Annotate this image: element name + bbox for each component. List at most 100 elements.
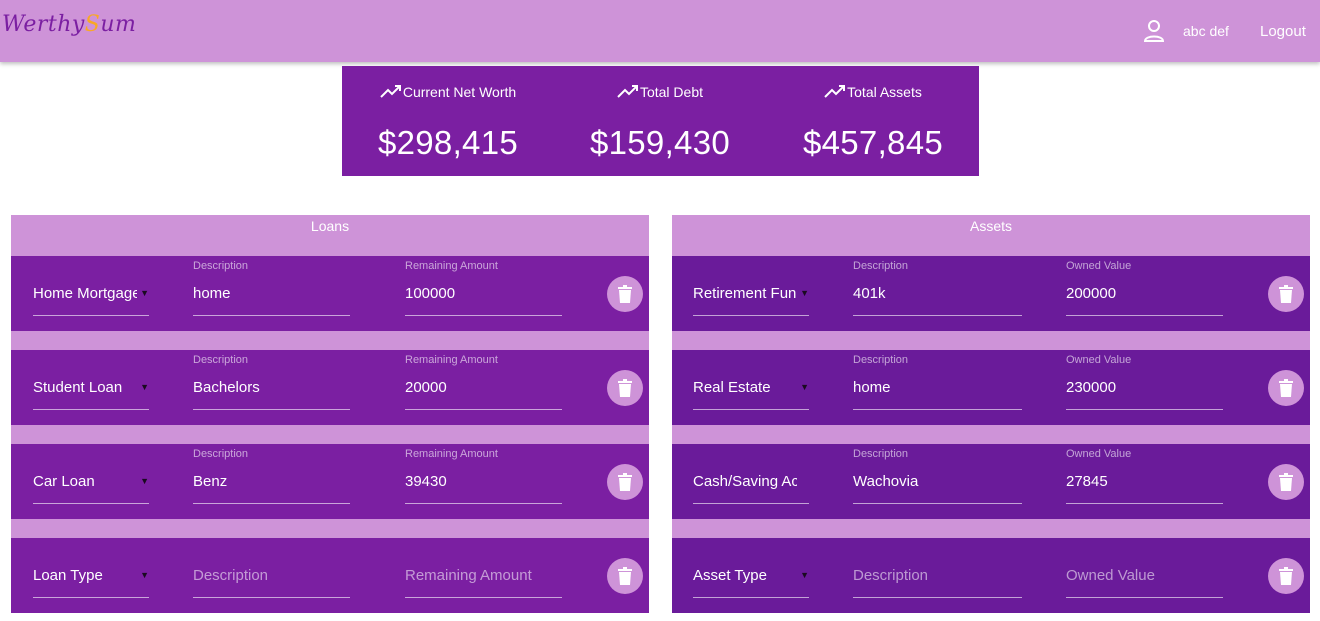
asset-type-select[interactable]: Retirement Fund ▼ — [693, 276, 809, 316]
net-worth-summary: Current Net Worth $298,415 Total Debt $1… — [342, 66, 979, 176]
asset-description-field[interactable]: Description 401k — [853, 260, 1022, 316]
loan-description-field[interactable]: Description Bachelors — [193, 354, 350, 410]
loan-type-select[interactable]: Home Mortgage ▼ — [33, 276, 149, 316]
asset-value-input[interactable]: Owned Value — [1066, 542, 1223, 598]
net-worth-value: $298,415 — [377, 124, 519, 161]
assets-panel: Assets Retirement Fund ▼ Description 401k … — [672, 215, 1310, 613]
trash-icon — [618, 285, 632, 303]
trash-icon — [618, 379, 632, 397]
trash-icon — [1279, 473, 1293, 491]
user-name[interactable]: abc def — [1183, 23, 1229, 39]
trending-up-icon — [617, 85, 638, 98]
field-value: home — [193, 285, 231, 302]
loan-amount-input[interactable]: Remaining Amount — [405, 542, 562, 598]
dropdown-arrow-icon: ▼ — [140, 570, 149, 580]
asset-description-field[interactable]: Description Wachovia — [853, 448, 1022, 504]
trash-icon — [618, 473, 632, 491]
asset-type-select[interactable]: Asset Type ▼ — [693, 558, 809, 598]
loan-type-value: Car Loan — [33, 473, 95, 490]
trending-up-icon — [824, 85, 846, 98]
total-assets-label-row: Total Assets — [767, 84, 979, 100]
field-value: 230000 — [1066, 379, 1117, 396]
delete-button[interactable] — [607, 370, 643, 406]
loan-amount-field[interactable]: Remaining Amount 20000 — [405, 354, 562, 410]
dropdown-arrow-icon: ▼ — [140, 382, 149, 392]
asset-value-field[interactable]: Owned Value 230000 — [1066, 354, 1223, 410]
field-value: Wachovia — [853, 473, 919, 490]
dropdown-arrow-icon: ▼ — [800, 288, 809, 298]
total-debt-value: $159,430 — [589, 124, 731, 161]
asset-type-value: Real Estate — [693, 379, 771, 396]
trending-up-icon — [380, 85, 401, 98]
total-assets-label: Total Assets — [847, 84, 922, 100]
loan-type-placeholder: Loan Type — [33, 567, 103, 584]
logo-accent: S — [84, 12, 101, 37]
person-icon[interactable] — [1143, 19, 1165, 43]
asset-type-select[interactable]: Cash/Saving Acco — [693, 464, 809, 504]
delete-button[interactable] — [607, 464, 643, 500]
total-debt-label: Total Debt — [639, 84, 704, 100]
net-worth-label: Current Net Worth — [402, 84, 517, 100]
loan-amount-field[interactable]: Remaining Amount 39430 — [405, 448, 562, 504]
logo[interactable]: WerthySum — [2, 12, 136, 37]
field-label: Remaining Amount — [405, 260, 498, 272]
field-value: 20000 — [405, 379, 447, 396]
asset-description-input[interactable]: Description — [853, 542, 1022, 598]
asset-value-field[interactable]: Owned Value 27845 — [1066, 448, 1223, 504]
total-assets-stat: Total Assets $457,845 — [767, 66, 979, 176]
loans-title: Loans — [310, 218, 350, 234]
dropdown-arrow-icon: ▼ — [140, 476, 149, 486]
trash-icon — [1279, 567, 1293, 585]
net-worth-label-row: Current Net Worth — [342, 84, 554, 100]
field-label: Owned Value — [1066, 260, 1132, 272]
field-label: Description — [193, 260, 249, 272]
logout-button[interactable]: Logout — [1260, 23, 1306, 40]
asset-row: Retirement Fund ▼ Description 401k Owned V… — [672, 256, 1310, 331]
loan-type-select[interactable]: Student Loan ▼ — [33, 370, 149, 410]
field-label: Description — [193, 448, 249, 460]
field-label: Description — [853, 448, 909, 460]
total-debt-stat: Total Debt $159,430 — [554, 66, 766, 176]
asset-type-select[interactable]: Real Estate ▼ — [693, 370, 809, 410]
field-label: Description — [853, 260, 909, 272]
field-value: Bachelors — [193, 379, 260, 396]
total-debt-label-row: Total Debt — [554, 84, 766, 100]
delete-button[interactable] — [1268, 370, 1304, 406]
loan-description-field[interactable]: Description home — [193, 260, 350, 316]
assets-title: Assets — [969, 218, 1012, 234]
field-value: 100000 — [405, 285, 456, 302]
field-placeholder: Remaining Amount — [405, 567, 532, 584]
field-label: Owned Value — [1066, 354, 1132, 366]
loan-row: Home Mortgage ▼ Description home Remaining… — [11, 256, 649, 331]
delete-button[interactable] — [1268, 276, 1304, 312]
delete-button[interactable] — [1268, 558, 1304, 594]
logo-text-1: Werthy — [2, 12, 85, 37]
net-worth-stat: Current Net Worth $298,415 — [342, 66, 554, 176]
field-placeholder: Owned Value — [1066, 567, 1155, 584]
asset-type-value: Cash/Saving Acco — [693, 473, 797, 490]
loan-row: Student Loan ▼ Description Bachelors Remai… — [11, 350, 649, 425]
field-label: Remaining Amount — [405, 448, 498, 460]
dropdown-arrow-icon: ▼ — [800, 570, 809, 580]
field-value: 39430 — [405, 473, 447, 490]
field-value: 27845 — [1066, 473, 1108, 490]
delete-button[interactable] — [607, 558, 643, 594]
delete-button[interactable] — [1268, 464, 1304, 500]
total-assets-value: $457,845 — [802, 124, 944, 161]
loan-description-input[interactable]: Description — [193, 542, 350, 598]
field-value: 200000 — [1066, 285, 1117, 302]
new-asset-row: Asset Type ▼ Description Owned Value — [672, 538, 1310, 613]
loan-row: Car Loan ▼ Description Benz Remaining Amou… — [11, 444, 649, 519]
trash-icon — [1279, 285, 1293, 303]
asset-row: Real Estate ▼ Description home Owned Value… — [672, 350, 1310, 425]
asset-value-field[interactable]: Owned Value 200000 — [1066, 260, 1223, 316]
dropdown-arrow-icon: ▼ — [140, 288, 149, 298]
loan-type-select[interactable]: Loan Type ▼ — [33, 558, 149, 598]
asset-description-field[interactable]: Description home — [853, 354, 1022, 410]
dropdown-arrow-icon: ▼ — [800, 382, 809, 392]
loan-type-select[interactable]: Car Loan ▼ — [33, 464, 149, 504]
loan-amount-field[interactable]: Remaining Amount 100000 — [405, 260, 562, 316]
loan-description-field[interactable]: Description Benz — [193, 448, 350, 504]
asset-type-placeholder: Asset Type — [693, 567, 767, 584]
delete-button[interactable] — [607, 276, 643, 312]
